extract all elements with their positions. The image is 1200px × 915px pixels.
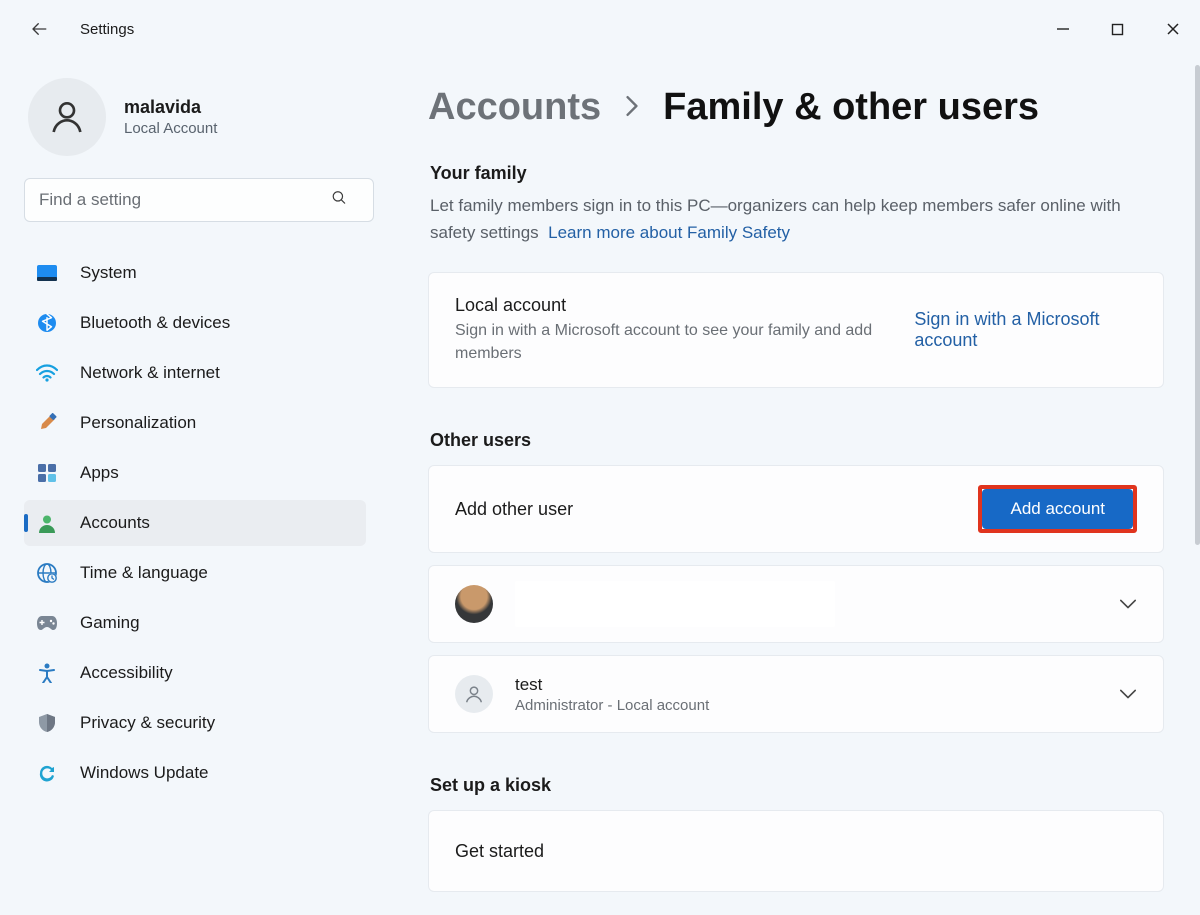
kiosk-card[interactable]: Get started: [428, 810, 1164, 892]
search-icon: [330, 189, 348, 212]
other-user-name: test: [515, 675, 709, 695]
nav-label: Bluetooth & devices: [80, 313, 230, 333]
other-user-row[interactable]: test Administrator - Local account: [428, 655, 1164, 733]
scrollbar[interactable]: [1195, 65, 1200, 545]
back-arrow-icon: [30, 20, 48, 38]
app-title: Settings: [80, 21, 134, 38]
chevron-down-icon: [1119, 595, 1137, 613]
nav-label: Personalization: [80, 413, 196, 433]
local-account-subtitle: Sign in with a Microsoft account to see …: [455, 320, 884, 365]
highlight-box: Add account: [978, 485, 1137, 533]
nav-item-apps[interactable]: Apps: [24, 450, 366, 496]
nav-item-privacy-security[interactable]: Privacy & security: [24, 700, 366, 746]
nav-item-accessibility[interactable]: Accessibility: [24, 650, 366, 696]
chevron-right-icon: [623, 92, 641, 124]
bluetooth-icon: [36, 312, 58, 334]
nav-item-gaming[interactable]: Gaming: [24, 600, 366, 646]
system-icon: [36, 262, 58, 284]
section-title-kiosk: Set up a kiosk: [430, 775, 1164, 796]
chevron-down-icon: [1119, 685, 1137, 703]
minimize-icon: [1056, 22, 1070, 36]
update-icon: [36, 762, 58, 784]
family-description: Let family members sign in to this PC—or…: [430, 192, 1164, 246]
add-account-button[interactable]: Add account: [982, 489, 1133, 529]
apps-icon: [36, 462, 58, 484]
other-user-subtitle: Administrator - Local account: [515, 697, 709, 714]
nav-item-windows-update[interactable]: Windows Update: [24, 750, 366, 796]
nav-label: Gaming: [80, 613, 140, 633]
person-icon: [47, 97, 87, 137]
nav-label: Apps: [80, 463, 119, 483]
link-family-safety[interactable]: Learn more about Family Safety: [548, 223, 790, 242]
kiosk-get-started: Get started: [455, 841, 544, 862]
section-title-family: Your family: [430, 163, 1164, 184]
current-user[interactable]: malavida Local Account: [28, 78, 372, 156]
section-title-other-users: Other users: [430, 430, 1164, 451]
window-maximize-button[interactable]: [1090, 6, 1145, 52]
person-icon: [36, 512, 58, 534]
nav-label: Accessibility: [80, 663, 173, 683]
user-avatar-photo: [455, 585, 493, 623]
shield-icon: [36, 712, 58, 734]
nav: System Bluetooth & devices Network & int…: [24, 250, 366, 796]
window-close-button[interactable]: [1145, 6, 1200, 52]
breadcrumb: Accounts Family & other users: [428, 86, 1164, 129]
add-other-user-card: Add other user Add account: [428, 465, 1164, 553]
local-account-card: Local account Sign in with a Microsoft a…: [428, 272, 1164, 388]
wifi-icon: [36, 362, 58, 384]
gaming-icon: [36, 612, 58, 634]
nav-label: Time & language: [80, 563, 208, 583]
user-name: malavida: [124, 97, 217, 118]
nav-item-time-language[interactable]: Time & language: [24, 550, 366, 596]
nav-item-accounts[interactable]: Accounts: [24, 500, 366, 546]
nav-label: Windows Update: [80, 763, 209, 783]
user-avatar-placeholder: [455, 675, 493, 713]
close-icon: [1166, 22, 1180, 36]
redacted-name: [515, 581, 835, 627]
link-sign-in-microsoft[interactable]: Sign in with a Microsoft account: [914, 309, 1137, 351]
user-type: Local Account: [124, 120, 217, 137]
other-user-row[interactable]: [428, 565, 1164, 643]
paintbrush-icon: [36, 412, 58, 434]
nav-item-network[interactable]: Network & internet: [24, 350, 366, 396]
user-avatar: [28, 78, 106, 156]
person-icon: [463, 683, 485, 705]
nav-label: Privacy & security: [80, 713, 215, 733]
maximize-icon: [1111, 23, 1124, 36]
breadcrumb-parent[interactable]: Accounts: [428, 86, 601, 129]
breadcrumb-current: Family & other users: [663, 86, 1039, 129]
nav-item-bluetooth[interactable]: Bluetooth & devices: [24, 300, 366, 346]
globe-icon: [36, 562, 58, 584]
nav-item-personalization[interactable]: Personalization: [24, 400, 366, 446]
sidebar: malavida Local Account System Bluetoot: [0, 58, 390, 915]
add-other-user-label: Add other user: [455, 499, 573, 520]
nav-label: Accounts: [80, 513, 150, 533]
nav-label: Network & internet: [80, 363, 220, 383]
back-button[interactable]: [24, 14, 54, 44]
local-account-title: Local account: [455, 295, 884, 316]
window-minimize-button[interactable]: [1035, 6, 1090, 52]
main-content: Accounts Family & other users Your famil…: [390, 58, 1200, 915]
accessibility-icon: [36, 662, 58, 684]
search-input[interactable]: [24, 178, 374, 222]
nav-label: System: [80, 263, 137, 283]
nav-item-system[interactable]: System: [24, 250, 366, 296]
